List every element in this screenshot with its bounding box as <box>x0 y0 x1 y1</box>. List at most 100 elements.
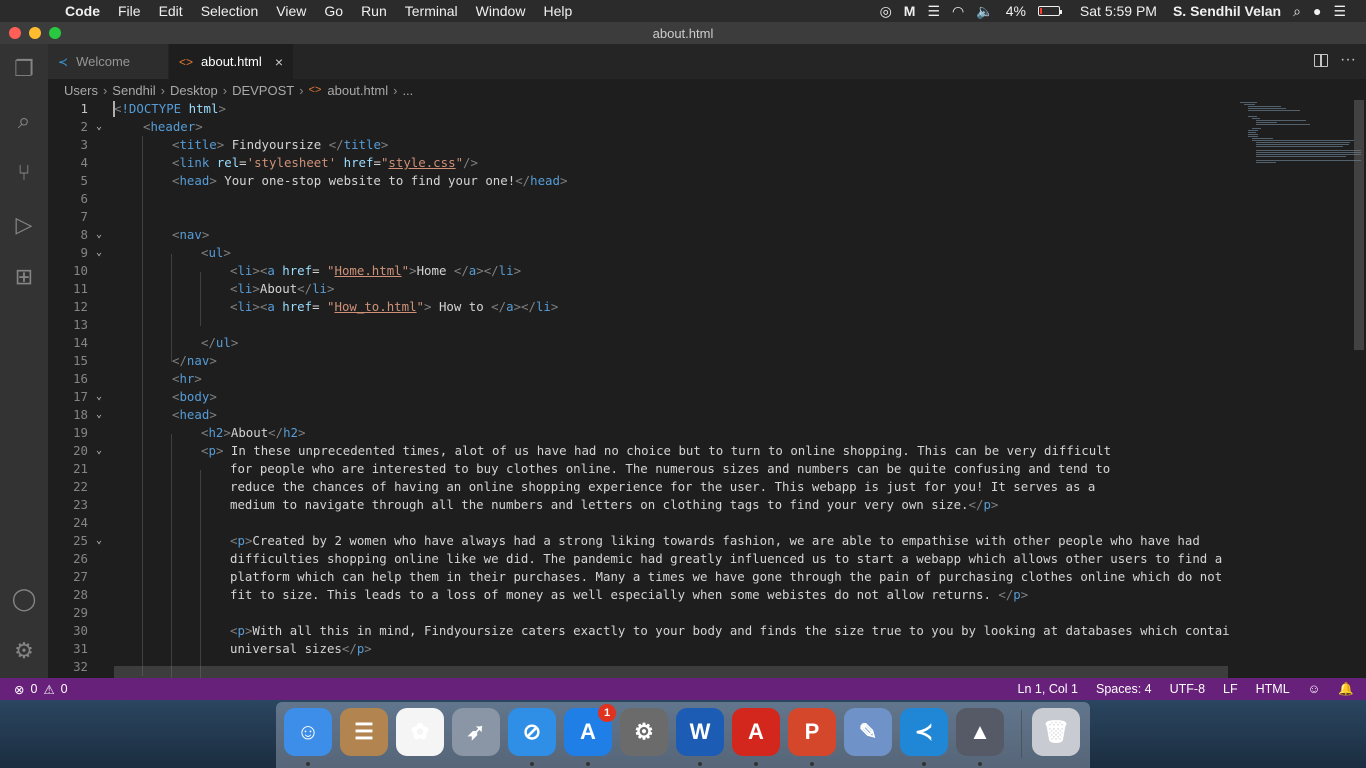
indentation[interactable]: Spaces: 4 <box>1096 682 1152 696</box>
app-menu-code[interactable]: Code <box>56 3 109 19</box>
code-line[interactable]: 10 <li><a href= "Home.html">Home </a></li… <box>48 262 1230 280</box>
fold-chevron-icon[interactable]: ⌄ <box>96 406 102 424</box>
launchpad-icon[interactable]: ➶ <box>452 708 500 756</box>
breadcrumb-item[interactable]: Desktop <box>170 83 218 98</box>
code-line[interactable]: 28 fit to size. This leads to a loss of m… <box>48 586 1230 604</box>
code-line[interactable]: 12 <li><a href= "How_to.html"> How to </a… <box>48 298 1230 316</box>
code-line[interactable]: 11 <li>About</li> <box>48 280 1230 298</box>
code-line[interactable]: 17 ⌄ <body> <box>48 388 1230 406</box>
system-preferences-icon[interactable]: ⚙ <box>620 708 668 756</box>
menu-file[interactable]: File <box>109 3 150 19</box>
volume-icon[interactable]: 🔈 <box>976 3 993 20</box>
breadcrumb-item[interactable]: DEVPOST <box>232 83 294 98</box>
code-line[interactable]: 22 reduce the chances of having an online… <box>48 478 1230 496</box>
code-line[interactable]: 7 <box>48 208 1230 226</box>
zoom-window-button[interactable] <box>49 27 61 39</box>
notification-center-icon[interactable]: ☰ <box>1333 3 1346 20</box>
code-line[interactable]: 16 <hr> <box>48 370 1230 388</box>
code-line[interactable]: 3 <title> Findyoursize </title> <box>48 136 1230 154</box>
code-line[interactable]: 8 ⌄ <nav> <box>48 226 1230 244</box>
explorer-icon[interactable]: ❐ <box>9 54 39 84</box>
fold-chevron-icon[interactable]: ⌄ <box>96 244 102 262</box>
menu-view[interactable]: View <box>267 3 315 19</box>
wifi-icon[interactable]: ◠ <box>952 3 964 20</box>
code-line[interactable]: 20 ⌄ <p> In these unprecedented times, alo… <box>48 442 1230 460</box>
menu-run[interactable]: Run <box>352 3 396 19</box>
code-line[interactable]: 1 <!DOCTYPE html> <box>48 100 1230 118</box>
accounts-icon[interactable]: ◯ <box>9 584 39 614</box>
fold-chevron-icon[interactable]: ⌄ <box>96 388 102 406</box>
close-window-button[interactable] <box>9 27 21 39</box>
code-line[interactable]: 5 <head> Your one-stop website to find yo… <box>48 172 1230 190</box>
photos-icon[interactable]: ✿ <box>396 708 444 756</box>
horizontal-scrollbar[interactable] <box>114 666 1228 678</box>
code-line[interactable]: 14 </ul> <box>48 334 1230 352</box>
code-line[interactable]: 13 <box>48 316 1230 334</box>
extensions-icon[interactable]: ⊞ <box>9 262 39 292</box>
code-line[interactable]: 2 ⌄ <header> <box>48 118 1230 136</box>
word-icon[interactable]: W <box>676 708 724 756</box>
battery-icon[interactable] <box>1037 6 1062 16</box>
spotlight-search-icon[interactable]: ⌕ <box>1293 3 1301 20</box>
code-line[interactable]: 6 <box>48 190 1230 208</box>
code-line[interactable]: 24 <box>48 514 1230 532</box>
menu-terminal[interactable]: Terminal <box>396 3 467 19</box>
search-icon[interactable]: ⌕ <box>9 106 39 136</box>
source-control-icon[interactable]: ⑂ <box>9 158 39 188</box>
app-store-icon[interactable]: A1 <box>564 704 616 756</box>
trash-icon[interactable]: 🗑 <box>1032 708 1080 756</box>
menu-help[interactable]: Help <box>534 3 581 19</box>
code-line[interactable]: 25 ⌄ <p>Created by 2 women who have always… <box>48 532 1230 550</box>
code-line[interactable]: 4 <link rel='stylesheet' href="style.css"… <box>48 154 1230 172</box>
language-mode[interactable]: HTML <box>1256 682 1290 696</box>
minimap[interactable] <box>1230 100 1366 678</box>
tab-about-html[interactable]: <> about.html × <box>169 44 294 79</box>
minimize-window-button[interactable] <box>29 27 41 39</box>
tab-welcome[interactable]: ≺ Welcome <box>48 44 169 79</box>
encoding[interactable]: UTF-8 <box>1170 682 1205 696</box>
safari-icon[interactable]: ⊘ <box>508 708 556 756</box>
code-line[interactable]: 31 universal sizes</p> <box>48 640 1230 658</box>
malwarebytes-icon[interactable]: M <box>904 3 916 19</box>
code-line[interactable]: 30 <p>With all this in mind, Findyoursize… <box>48 622 1230 640</box>
acrobat-icon[interactable]: A <box>732 708 780 756</box>
code-line[interactable]: 19 <h2>About</h2> <box>48 424 1230 442</box>
fold-chevron-icon[interactable]: ⌄ <box>96 442 102 460</box>
code-line[interactable]: 15 </nav> <box>48 352 1230 370</box>
code-line[interactable]: 29 <box>48 604 1230 622</box>
code-line[interactable]: 9 ⌄ <ul> <box>48 244 1230 262</box>
notifications-bell-icon[interactable]: 🔔 <box>1338 682 1354 697</box>
breadcrumb-item[interactable]: about.html <box>327 83 388 98</box>
feedback-icon[interactable]: ☺ <box>1308 682 1321 696</box>
menu-edit[interactable]: Edit <box>150 3 192 19</box>
close-tab-icon[interactable]: × <box>275 54 283 70</box>
problems-indicator[interactable]: ⊗ 0 ⚠ 0 <box>0 682 68 697</box>
siri-icon[interactable]: ● <box>1313 3 1321 19</box>
contacts-icon[interactable]: ☰ <box>340 708 388 756</box>
vscode-icon[interactable]: ≺ <box>900 708 948 756</box>
vertical-scrollbar[interactable] <box>1354 100 1364 350</box>
code-line[interactable]: 21 for people who are interested to buy c… <box>48 460 1230 478</box>
manage-gear-icon[interactable]: ⚙ <box>9 636 39 666</box>
preview-icon[interactable]: ✎ <box>844 708 892 756</box>
rocket-icon[interactable]: ▲ <box>956 708 1004 756</box>
fold-chevron-icon[interactable]: ⌄ <box>96 118 102 136</box>
powerpoint-icon[interactable]: P <box>788 708 836 756</box>
fold-chevron-icon[interactable]: ⌄ <box>96 226 102 244</box>
menu-go[interactable]: Go <box>315 3 352 19</box>
split-editor-icon[interactable] <box>1314 54 1328 67</box>
code-line[interactable]: 23 medium to navigate through all the num… <box>48 496 1230 514</box>
menu-selection[interactable]: Selection <box>192 3 268 19</box>
code-line[interactable]: 27 platform which can help them in their … <box>48 568 1230 586</box>
menu-window[interactable]: Window <box>467 3 535 19</box>
fold-chevron-icon[interactable]: ⌄ <box>96 532 102 550</box>
battery-percent[interactable]: 4% <box>1006 3 1026 19</box>
more-actions-icon[interactable]: ··· <box>1340 51 1356 69</box>
code-editor[interactable]: 1 <!DOCTYPE html> 2 ⌄ <header> 3 <title> Findy… <box>48 100 1230 678</box>
code-line[interactable]: 18 ⌄ <head> <box>48 406 1230 424</box>
finder-icon[interactable]: ☺ <box>284 708 332 756</box>
menu-extra-icon[interactable]: ☰ <box>927 3 940 20</box>
code-line[interactable]: 26 difficulties shopping online like we d… <box>48 550 1230 568</box>
breadcrumb-item[interactable]: Sendhil <box>112 83 155 98</box>
creative-cloud-icon[interactable]: ◎ <box>880 3 892 20</box>
